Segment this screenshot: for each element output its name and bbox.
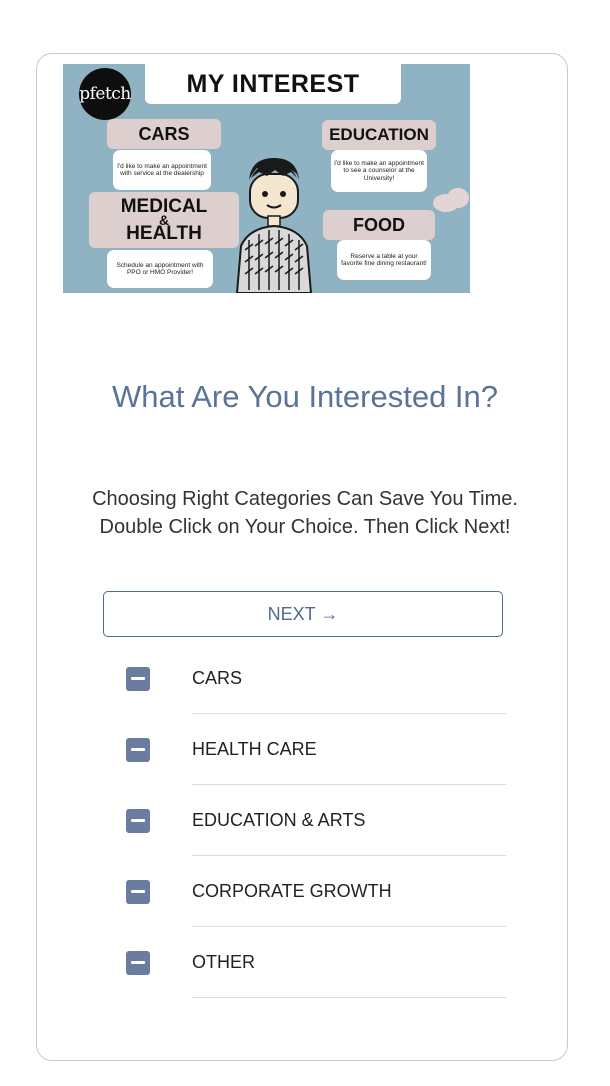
banner-bubble-food: Reserve a table at your favorite fine di… bbox=[337, 240, 431, 280]
category-label: EDUCATION & ARTS bbox=[192, 810, 366, 830]
category-item-health-care[interactable]: HEALTH CARE bbox=[0, 713, 610, 785]
logo-text: pfetch bbox=[79, 84, 131, 104]
category-item-education-arts[interactable]: EDUCATION & ARTS bbox=[0, 784, 610, 856]
instructions-text: Choosing Right Categories Can Save You T… bbox=[92, 488, 518, 538]
category-label: CARS bbox=[192, 668, 243, 688]
category-item-other[interactable]: OTHER bbox=[0, 926, 610, 998]
person-illustration bbox=[235, 158, 313, 293]
category-item-cars[interactable]: CARS bbox=[0, 642, 610, 714]
category-item-corporate-growth[interactable]: CORPORATE GROWTH bbox=[0, 855, 610, 927]
banner-title: MY INTEREST bbox=[145, 64, 401, 104]
indeterminate-checkbox-icon[interactable] bbox=[126, 951, 150, 975]
indeterminate-checkbox-icon[interactable] bbox=[126, 667, 150, 691]
page-heading: What Are You Interested In? bbox=[111, 379, 499, 414]
banner-tag-medical-health: MEDICAL & HEALTH bbox=[89, 192, 239, 248]
category-label: CORPORATE GROWTH bbox=[192, 881, 392, 901]
banner-tag-education: EDUCATION bbox=[322, 120, 436, 150]
banner-tag-food: FOOD bbox=[323, 210, 435, 240]
indeterminate-checkbox-icon[interactable] bbox=[126, 809, 150, 833]
category-label: OTHER bbox=[192, 952, 255, 972]
banner-bubble-cars: I'd like to make an appointment with ser… bbox=[113, 150, 211, 190]
decorative-cloud bbox=[447, 188, 469, 208]
brand-logo: pfetch bbox=[79, 68, 131, 120]
indeterminate-checkbox-icon[interactable] bbox=[126, 738, 150, 762]
next-button[interactable]: NEXT → bbox=[103, 591, 503, 637]
indeterminate-checkbox-icon[interactable] bbox=[126, 880, 150, 904]
banner-tag-medical-line2: HEALTH bbox=[126, 223, 202, 244]
category-label: HEALTH CARE bbox=[192, 739, 317, 759]
banner-bubble-medical: Schedule an appointment with PPO or HMO … bbox=[107, 250, 213, 288]
banner-tag-cars: CARS bbox=[107, 119, 221, 149]
divider bbox=[192, 997, 506, 998]
banner-bubble-education: I'd like to make an appointment to see a… bbox=[331, 150, 427, 192]
interest-banner-image: pfetch MY INTEREST CARS I'd like to make… bbox=[63, 64, 470, 293]
